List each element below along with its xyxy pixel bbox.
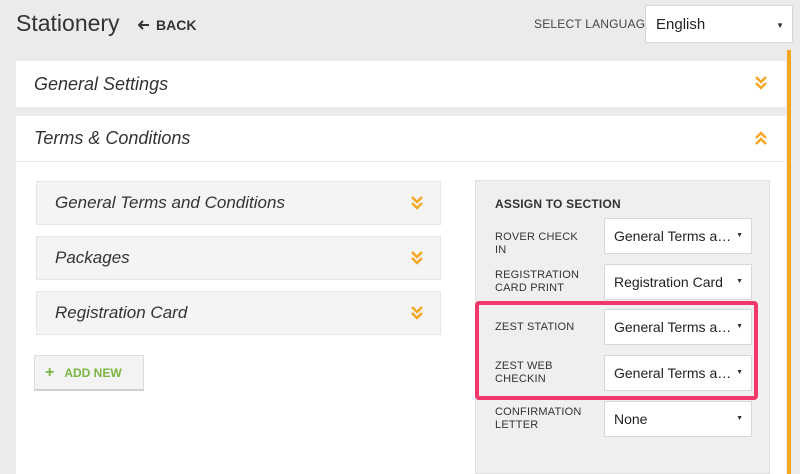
general-settings-panel: General Settings <box>16 61 786 107</box>
add-new-label: ADD NEW <box>64 365 122 380</box>
language-select[interactable]: English ▼ <box>645 5 793 43</box>
list-item[interactable]: Packages <box>36 236 441 280</box>
zest-web-checkin-select[interactable]: General Terms and Conditions ▼ <box>604 355 752 391</box>
select-value: General Terms and Conditions <box>614 228 732 244</box>
row-label: ZEST STATION <box>495 321 575 333</box>
language-label: SELECT LANGUAGE <box>534 17 654 31</box>
terms-panel: Terms & Conditions General Terms and Con… <box>16 116 786 474</box>
list-item[interactable]: Registration Card <box>36 291 441 335</box>
caret-down-icon: ▼ <box>736 369 743 376</box>
assign-title: ASSIGN TO SECTION <box>495 197 621 211</box>
select-value: Registration Card <box>614 274 723 290</box>
terms-title: Terms & Conditions <box>34 128 191 148</box>
assign-to-section-box: ASSIGN TO SECTION ROVER CHECK IN General… <box>475 180 770 474</box>
double-chevron-down-icon <box>410 305 424 321</box>
item-label: Registration Card <box>55 303 188 322</box>
select-value: General Terms and Conditions <box>614 365 732 381</box>
caret-down-icon: ▼ <box>736 278 743 285</box>
back-button[interactable]: BACK <box>137 17 197 33</box>
arrow-left-icon <box>137 17 150 33</box>
caret-down-icon: ▼ <box>736 323 743 330</box>
add-new-button[interactable]: + ADD NEW <box>34 355 144 391</box>
select-value: None <box>614 411 648 427</box>
double-chevron-down-icon <box>410 195 424 211</box>
caret-down-icon: ▼ <box>736 232 743 239</box>
row-label: ZEST WEB CHECKIN <box>495 360 553 385</box>
double-chevron-down-icon <box>410 250 424 266</box>
registration-card-print-select[interactable]: Registration Card ▼ <box>604 264 752 300</box>
caret-down-icon: ▼ <box>776 21 784 30</box>
double-chevron-up-icon <box>754 130 768 146</box>
double-chevron-down-icon <box>754 75 768 91</box>
row-label: REGISTRATION CARD PRINT <box>495 269 580 294</box>
top-bar: Stationery BACK SELECT LANGUAGE English … <box>0 0 800 50</box>
select-value: General Terms and Conditions <box>614 319 732 335</box>
scroll-accent-bar <box>787 50 791 474</box>
general-settings-title: General Settings <box>34 73 169 94</box>
item-label: Packages <box>55 248 130 267</box>
page-title: Stationery <box>16 10 120 36</box>
rover-check-in-select[interactable]: General Terms and Conditions ▼ <box>604 218 752 254</box>
terms-header[interactable]: Terms & Conditions <box>16 116 786 162</box>
back-label: BACK <box>156 17 197 33</box>
plus-icon: + <box>45 363 55 381</box>
caret-down-icon: ▼ <box>736 415 743 422</box>
general-settings-header[interactable]: General Settings <box>16 61 786 107</box>
item-label: General Terms and Conditions <box>55 193 285 212</box>
zest-station-select[interactable]: General Terms and Conditions ▼ <box>604 309 752 345</box>
row-label: ROVER CHECK IN <box>495 231 578 256</box>
row-label: CONFIRMATION LETTER <box>495 406 582 431</box>
language-value: English <box>656 16 706 33</box>
list-item[interactable]: General Terms and Conditions <box>36 181 441 225</box>
confirmation-letter-select[interactable]: None ▼ <box>604 401 752 437</box>
